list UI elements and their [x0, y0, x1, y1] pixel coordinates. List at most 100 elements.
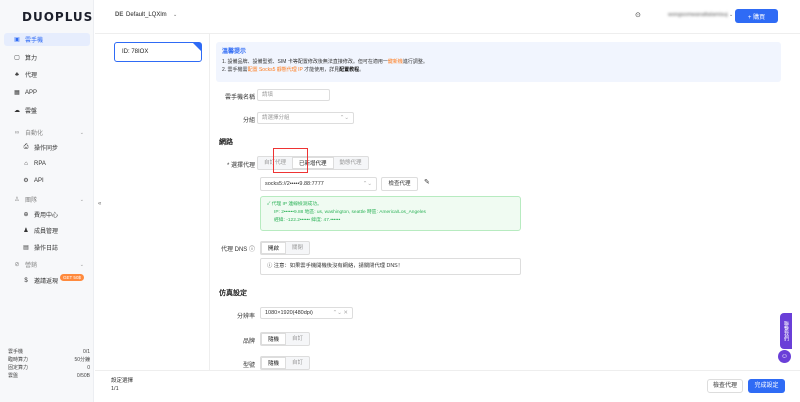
members-icon: ♟	[23, 228, 29, 234]
brand-label: 品牌	[242, 339, 255, 345]
cloud-icon: ☁	[14, 108, 20, 114]
sidebar-item-members[interactable]: ♟ 成員管理	[4, 224, 90, 237]
sidebar: DUOPLUS ▣ 雲手機 ▢ 算力 ♣ 代理 ▦ APP ☁ 雲盤 ∞ 自動化…	[0, 0, 94, 402]
check-result-line: 經緯: -122.2•••••• 緯度: 47.••••••	[274, 218, 341, 223]
selection-count: 設定選擇 1/1	[111, 378, 134, 392]
proxy-label: * 選擇代理	[226, 163, 255, 169]
sidebar-group-marketing[interactable]: ⊘ 營銷 ⌄	[4, 258, 90, 271]
edit-icon[interactable]: ✎	[424, 178, 430, 186]
sidebar-item-sync[interactable]: ⎙ 操作同步	[4, 141, 90, 154]
dns-option-off[interactable]: 關閉	[286, 242, 309, 254]
dns-label: 代理 DNS ⓘ	[220, 247, 255, 253]
brand-option-random[interactable]: 隨機	[261, 333, 287, 345]
sidebar-item-compute[interactable]: ▢ 算力	[4, 51, 90, 64]
chevron-down-icon: ⌄	[79, 261, 84, 268]
logo: DUOPLUS	[22, 10, 94, 24]
api-icon: ⚙	[23, 178, 29, 184]
sidebar-item-api[interactable]: ⚙ API	[4, 174, 90, 187]
check-result-line: ✓ 代理 IP 連線檢測成功。	[267, 202, 322, 207]
sync-icon: ⎙	[23, 144, 29, 150]
collapse-sidebar-button[interactable]: «	[98, 201, 101, 207]
question-icon[interactable]: ⓘ	[249, 247, 255, 253]
contact-us-tab[interactable]: 聯繫我們	[780, 313, 792, 349]
tips-line-2: 2. 雲手機需配置 Socks5 靜態代理 IP 才能使用，詳見配置教程。	[222, 67, 365, 73]
chevron-down-icon: ⌄	[79, 129, 84, 136]
check-proxy-button[interactable]: 檢查代理	[381, 177, 418, 191]
sidebar-group-team[interactable]: ♙ 團隊 ⌄	[4, 193, 90, 206]
sidebar-item-rpa[interactable]: ⌂ RPA	[4, 157, 90, 170]
sidebar-item-billing[interactable]: ⊕ 費用中心	[4, 208, 90, 221]
proxy-check-result: ✓ 代理 IP 連線檢測成功。 IP: 2••••••9.88 地區: us, …	[260, 196, 521, 231]
proxy-select[interactable]: socks5://2•••••9.88:7777 ⌃⌄	[260, 177, 377, 191]
purchase-button[interactable]: + 購買	[735, 9, 778, 23]
stat-row: 臨時算力 50分鐘	[8, 357, 90, 363]
sidebar-item-cloud-phone[interactable]: ▣ 雲手機	[4, 33, 90, 46]
chevron-icon: ⌃⌄	[362, 181, 372, 187]
dns-note: ⓘ 注意：如果雲手機開機後沒有網絡，請關閉代理 DNS！	[260, 258, 521, 275]
sidebar-item-cloud-drive[interactable]: ☁ 雲盤	[4, 104, 90, 117]
topbar: DE Default_LQXlm ⌄ ⊙ wongsomwanaltalamis…	[95, 0, 800, 34]
account-name[interactable]: wongsomwanaltalamisuj...	[668, 12, 728, 18]
divider	[209, 34, 210, 378]
brand-option-custom[interactable]: 自訂	[286, 333, 309, 345]
check-result-line: IP: 2••••••9.88 地區: us, washington, seat…	[274, 210, 426, 215]
chat-icon[interactable]: ☺	[778, 350, 791, 363]
cpu-icon: ▢	[14, 55, 20, 61]
simulation-section-title: 仿真設定	[219, 290, 247, 297]
dns-toggle: 開啟 關閉	[260, 241, 311, 255]
chevron-icon: ⌃⌄ ✕	[332, 310, 348, 316]
sidebar-item-logs[interactable]: ▤ 操作日誌	[4, 241, 90, 254]
footer-check-proxy-button[interactable]: 檢查代理	[707, 379, 743, 393]
phone-icon: ▣	[14, 37, 20, 43]
tutorial-link[interactable]: 配置教程	[339, 67, 359, 73]
chevron-icon: ⌃⌄	[339, 115, 349, 121]
group-label: 分組	[242, 118, 255, 124]
stat-row: 雲盤 0/50B	[8, 373, 90, 379]
profile-selector[interactable]: Default_LQXlm	[126, 12, 167, 18]
device-list-item[interactable]: ID: 78IOX	[114, 42, 202, 62]
profile-tag: DE	[115, 12, 124, 18]
dns-option-on[interactable]: 開啟	[261, 242, 287, 254]
network-section-title: 網路	[219, 139, 233, 146]
info-icon: ⓘ	[267, 263, 273, 269]
footer-bar: 設定選擇 1/1 檢查代理 完成設定	[95, 370, 800, 402]
chevron-down-icon: ⌄	[79, 196, 84, 203]
billing-icon: ⊕	[23, 212, 29, 218]
sidebar-item-proxy[interactable]: ♣ 代理	[4, 68, 90, 81]
name-label: 雲手機名稱	[224, 95, 255, 101]
stat-row: 固定算力 0	[8, 365, 90, 371]
finish-settings-button[interactable]: 完成設定	[748, 379, 785, 393]
model-option-custom[interactable]: 自訂	[286, 357, 309, 369]
stat-row: 雲手機 0/1	[8, 349, 90, 355]
model-option-random[interactable]: 隨機	[261, 357, 287, 369]
marketing-icon: ⊘	[14, 262, 20, 268]
sidebar-item-referral[interactable]: $ 邀請返現 GET 50$	[4, 274, 90, 287]
brand-toggle: 隨機 自訂	[260, 332, 311, 346]
selected-corner-icon	[193, 43, 201, 51]
new-badge: GET 50$	[60, 274, 84, 281]
network-icon: ♣	[15, 71, 19, 78]
grid-icon: ▦	[14, 90, 20, 96]
resource-stats: 雲手機 0/1 臨時算力 50分鐘 固定算力 0 雲盤 0/50B	[8, 348, 90, 380]
model-label: 型號	[242, 363, 255, 369]
sidebar-group-automation[interactable]: ∞ 自動化 ⌄	[4, 126, 90, 139]
tips-title: 溫馨提示	[222, 49, 247, 55]
rpa-icon: ⌂	[24, 160, 28, 167]
new-device-link[interactable]: 鍵新機	[388, 59, 403, 65]
automation-icon: ∞	[14, 129, 20, 136]
name-input[interactable]: 請填	[257, 89, 330, 101]
highlight-box	[273, 148, 308, 173]
help-icon[interactable]: ⊙	[635, 11, 641, 19]
chevron-down-icon[interactable]: ⌄	[173, 12, 177, 18]
proxy-option-dynamic[interactable]: 動態代理	[334, 157, 368, 169]
group-select[interactable]: 請選擇分組 ⌃⌄	[257, 112, 354, 124]
chevron-down-icon[interactable]: ⌄	[729, 12, 733, 18]
team-icon: ♙	[14, 197, 20, 203]
log-icon: ▤	[23, 245, 29, 251]
sidebar-item-app[interactable]: ▦ APP	[4, 86, 90, 99]
resolution-select[interactable]: 1080×1920(480dpi) ⌃⌄ ✕	[260, 307, 353, 319]
dollar-icon: $	[24, 277, 28, 284]
resolution-label: 分辨率	[236, 314, 255, 320]
tips-line-1: 1. 設備品牌、設備型號、SIM 卡等配置修改後無法直接修改。但可在適用一鍵新機…	[222, 59, 428, 65]
tips-box: 溫馨提示 1. 設備品牌、設備型號、SIM 卡等配置修改後無法直接修改。但可在適…	[216, 42, 781, 82]
